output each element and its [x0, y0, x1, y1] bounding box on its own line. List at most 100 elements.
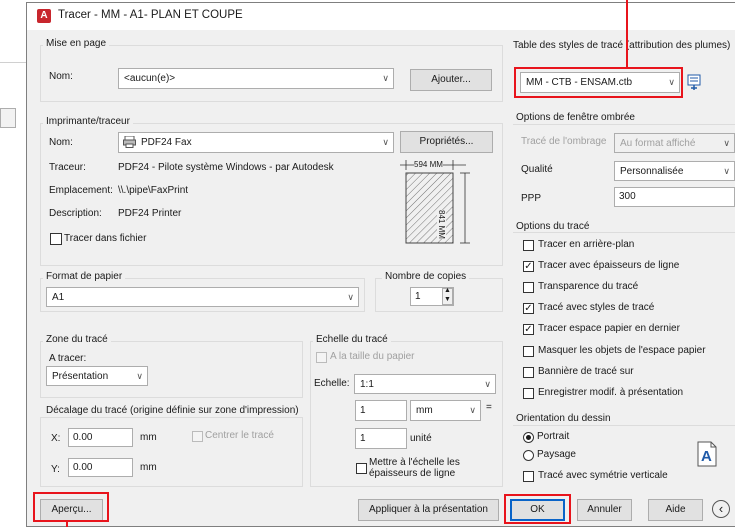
paper-size-value: A1 [52, 292, 65, 303]
orientation-label: Orientation du dessin [513, 413, 614, 424]
upside-down-checkbox[interactable] [523, 471, 534, 482]
printer-icon [123, 135, 136, 148]
offset-x-label: X: [51, 433, 61, 444]
option-checkbox[interactable]: ✓ [523, 324, 534, 335]
scale-lineweights-label: Mettre à l'échelle les épaisseurs de lig… [369, 457, 460, 479]
chevron-down-icon: ∨ [484, 379, 491, 389]
scale-unit-select[interactable]: mm ∨ [410, 400, 481, 421]
scale-value: 1:1 [360, 379, 374, 390]
shaded-viewport-separator [513, 124, 735, 125]
ok-button[interactable]: OK [510, 499, 565, 521]
scale-select[interactable]: 1:1 ∨ [354, 374, 496, 394]
collapse-options-icon[interactable]: ‹ [712, 500, 730, 518]
fit-to-paper-checkbox[interactable] [316, 352, 327, 363]
dpi-input[interactable]: 300 [614, 187, 735, 207]
printer-group-label: Imprimante/traceur [43, 116, 133, 127]
option-checkbox[interactable] [523, 346, 534, 357]
chevron-down-icon: ∨ [347, 292, 354, 302]
spin-down-icon: ▼ [444, 296, 451, 303]
landscape-radio[interactable] [523, 450, 534, 461]
cancel-button[interactable]: Annuler [577, 499, 632, 521]
page-setup-label: Mise en page [43, 38, 110, 49]
plotter-value: PDF24 - Pilote système Windows - par Aut… [118, 162, 334, 173]
what-to-plot-select[interactable]: Présentation ∨ [46, 366, 148, 386]
portrait-radio[interactable] [523, 432, 534, 443]
plot-style-table-label: Table des styles de tracé (attribution d… [513, 40, 731, 51]
location-value: \\.\pipe\FaxPrint [118, 185, 189, 196]
help-button[interactable]: Aide [648, 499, 703, 521]
page-setup-value: <aucun(e)> [124, 73, 176, 84]
copies-spinner[interactable]: ▲ ▼ [442, 287, 453, 305]
quality-label: Qualité [521, 164, 553, 175]
autocad-app-icon: A [37, 9, 51, 23]
plot-style-table-value: MM - CTB - ENSAM.ctb [526, 77, 633, 88]
plot-options-label: Options du tracé [513, 221, 593, 232]
preview-height-label: 841 MM [437, 210, 446, 239]
option-checkbox[interactable]: ✓ [523, 261, 534, 272]
option-checkbox[interactable]: ✓ [523, 303, 534, 314]
plot-style-table-select[interactable]: MM - CTB - ENSAM.ctb ∨ [520, 72, 680, 93]
scale-label: Echelle: [314, 378, 350, 389]
scale-value2-input[interactable]: 1 [355, 428, 407, 449]
scale-unit-value: mm [416, 405, 433, 416]
option-checkbox[interactable] [523, 282, 534, 293]
dpi-label: PPP [521, 193, 542, 204]
equals-sign: = [486, 402, 492, 413]
option-label: Tracer espace papier en dernier [538, 323, 680, 334]
offset-x-unit: mm [140, 432, 157, 443]
chevron-down-icon: ∨ [136, 371, 143, 381]
scale-value1: 1 [360, 405, 366, 416]
apply-to-layout-button[interactable]: Appliquer à la présentation [358, 499, 499, 521]
location-label: Emplacement: [49, 185, 113, 196]
printer-value: PDF24 Fax [141, 137, 192, 148]
edit-plot-style-icon[interactable] [687, 73, 705, 91]
chevron-down-icon: ∨ [382, 73, 389, 83]
quality-select[interactable]: Personnalisée ∨ [614, 161, 735, 181]
option-checkbox[interactable] [523, 240, 534, 251]
page-setup-select[interactable]: <aucun(e)> ∨ [118, 68, 394, 89]
chevron-down-icon: ∨ [382, 137, 389, 147]
shade-plot-value: Au format affiché [620, 138, 696, 149]
offset-y-value: 0.00 [73, 462, 93, 473]
preview-button[interactable]: Aperçu... [40, 499, 103, 521]
annotation-arrow-line [626, 0, 628, 68]
offset-y-unit: mm [140, 462, 157, 473]
quality-value: Personnalisée [620, 166, 684, 177]
dialog-title: Tracer - MM - A1- PLAN ET COUPE [58, 9, 243, 21]
shaded-viewport-label: Options de fenêtre ombrée [513, 112, 638, 123]
description-label: Description: [49, 208, 102, 219]
center-plot-checkbox[interactable] [192, 431, 203, 442]
option-label: Bannière de tracé sur [538, 366, 634, 377]
paper-preview [398, 155, 495, 247]
option-label: Transparence du tracé [538, 281, 639, 292]
spin-up-icon: ▲ [444, 287, 451, 294]
add-page-setup-button[interactable]: Ajouter... [410, 69, 492, 91]
fit-to-paper-label: A la taille du papier [330, 351, 415, 362]
shade-plot-label: Tracé de l'ombrage [521, 136, 607, 147]
option-label: Tracé avec styles de tracé [538, 302, 655, 313]
paper-size-label: Format de papier [43, 271, 126, 282]
landscape-label: Paysage [537, 449, 576, 460]
what-to-plot-label: A tracer: [49, 353, 87, 364]
portrait-label: Portrait [537, 431, 570, 442]
paper-size-select[interactable]: A1 ∨ [46, 287, 359, 307]
page-setup-name-label: Nom: [49, 71, 73, 82]
plot-offset-label: Décalage du tracé (origine définie sur z… [43, 405, 302, 416]
printer-select[interactable]: PDF24 Fax ∨ [118, 132, 394, 153]
shade-plot-select[interactable]: Au format affiché ∨ [614, 133, 735, 153]
background-button [0, 108, 16, 128]
plot-to-file-checkbox[interactable] [50, 233, 62, 245]
offset-x-input[interactable]: 0.00 [68, 428, 133, 447]
option-checkbox[interactable] [523, 367, 534, 378]
scale-unit2-label: unité [410, 433, 432, 444]
offset-y-input[interactable]: 0.00 [68, 458, 133, 477]
printer-properties-button[interactable]: Propriétés... [400, 131, 493, 153]
scale-value1-input[interactable]: 1 [355, 400, 407, 421]
upside-down-label: Tracé avec symétrie verticale [538, 470, 668, 481]
scale-lineweights-checkbox[interactable] [356, 463, 367, 474]
option-label: Tracer avec épaisseurs de ligne [538, 260, 680, 271]
option-checkbox[interactable] [523, 388, 534, 399]
plot-to-file-label: Tracer dans fichier [64, 233, 147, 244]
option-label: Tracer en arrière-plan [538, 239, 635, 250]
preview-width-label: 594 MM [414, 160, 443, 169]
